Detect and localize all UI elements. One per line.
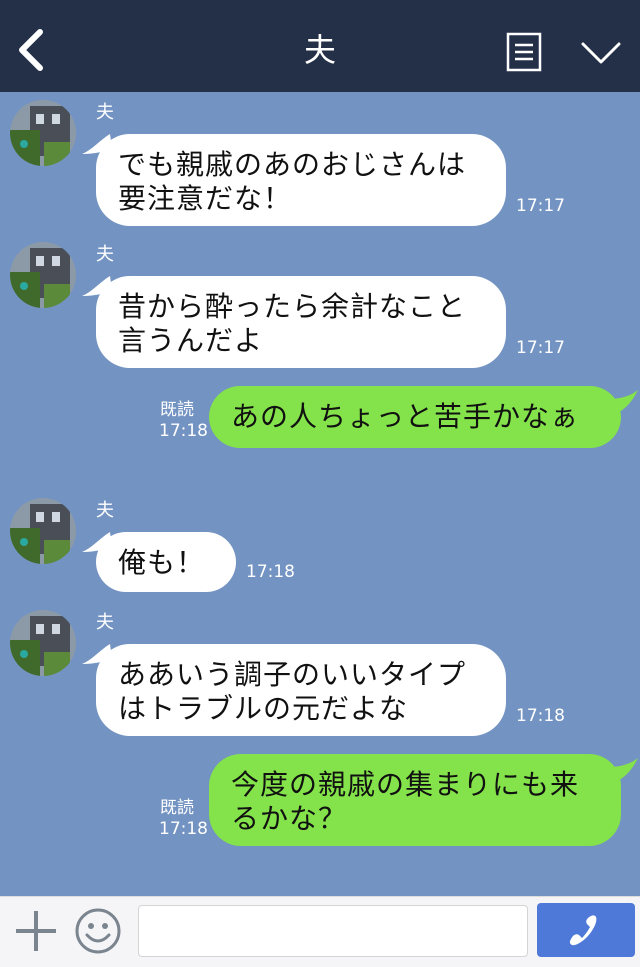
input-bar	[0, 896, 640, 967]
message-time: 17:18	[159, 819, 208, 839]
message-outgoing: 既読 17:18 今度の親戚の集まりにも来 るかな？	[0, 754, 640, 850]
message-time: 17:18	[516, 706, 565, 726]
message-line: ああいう調子のいいタイプ	[118, 658, 467, 691]
message-bubble[interactable]: 昔から酔ったら余計なこと 言うんだよ	[96, 276, 506, 368]
message-incoming: 夫 ああいう調子のいいタイプ はトラブルの元だよな 17:18	[0, 602, 640, 742]
message-line: 要注意だな！	[118, 182, 293, 215]
message-incoming: 夫 でも親戚のあのおじさんは 要注意だな！ 17:17	[0, 92, 640, 232]
message-time: 17:17	[516, 196, 565, 216]
message-time: 17:18	[246, 562, 295, 582]
message-outgoing: 既読 17:18 あの人ちょっと苦手かなぁ	[0, 386, 640, 450]
bubble-tail	[604, 758, 638, 784]
smile-icon[interactable]	[74, 907, 122, 955]
message-bubble[interactable]: ああいう調子のいいタイプ はトラブルの元だよな	[96, 644, 506, 736]
call-button[interactable]	[537, 903, 635, 957]
message-line: るかな？	[231, 802, 348, 835]
message-line: あの人ちょっと苦手かなぁ	[231, 400, 580, 433]
message-bubble[interactable]: 俺も！	[96, 532, 236, 592]
chat-title: 夫	[303, 31, 336, 69]
message-line: 俺も！	[118, 546, 206, 579]
read-receipt: 既読	[160, 400, 194, 420]
message-line: はトラブルの元だよな	[118, 692, 409, 725]
message-list[interactable]: 夫 でも親戚のあのおじさんは 要注意だな！ 17:17 夫 昔から酔ったら余計な…	[0, 92, 640, 896]
message-line: でも親戚のあのおじさんは	[118, 148, 467, 181]
plus-icon[interactable]	[14, 909, 58, 953]
sender-name: 夫	[96, 612, 114, 633]
avatar[interactable]	[10, 498, 76, 564]
message-line: 言うんだよ	[118, 324, 264, 357]
message-bubble[interactable]: でも親戚のあのおじさんは 要注意だな！	[96, 134, 506, 226]
chat-header: 夫	[0, 0, 640, 92]
read-receipt: 既読	[160, 798, 194, 818]
sender-name: 夫	[96, 102, 114, 123]
message-incoming: 夫 昔から酔ったら余計なこと 言うんだよ 17:17	[0, 234, 640, 374]
chevron-left-icon[interactable]	[14, 28, 50, 72]
message-incoming: 夫 俺も！ 17:18	[0, 490, 640, 600]
message-line: 今度の親戚の集まりにも来	[231, 768, 580, 801]
avatar[interactable]	[10, 610, 76, 676]
message-bubble[interactable]: 今度の親戚の集まりにも来 るかな？	[209, 754, 621, 846]
phone-icon	[569, 915, 597, 946]
avatar[interactable]	[10, 100, 76, 166]
chevron-down-icon[interactable]	[580, 36, 622, 68]
sender-name: 夫	[96, 500, 114, 521]
message-input[interactable]	[138, 905, 528, 957]
bubble-tail	[604, 390, 638, 416]
message-bubble[interactable]: あの人ちょっと苦手かなぁ	[209, 386, 621, 448]
message-line: 昔から酔ったら余計なこと	[118, 290, 467, 323]
sender-name: 夫	[96, 244, 114, 265]
menu-list-icon[interactable]	[506, 32, 542, 72]
message-time: 17:18	[159, 421, 208, 441]
message-time: 17:17	[516, 338, 565, 358]
avatar[interactable]	[10, 242, 76, 308]
